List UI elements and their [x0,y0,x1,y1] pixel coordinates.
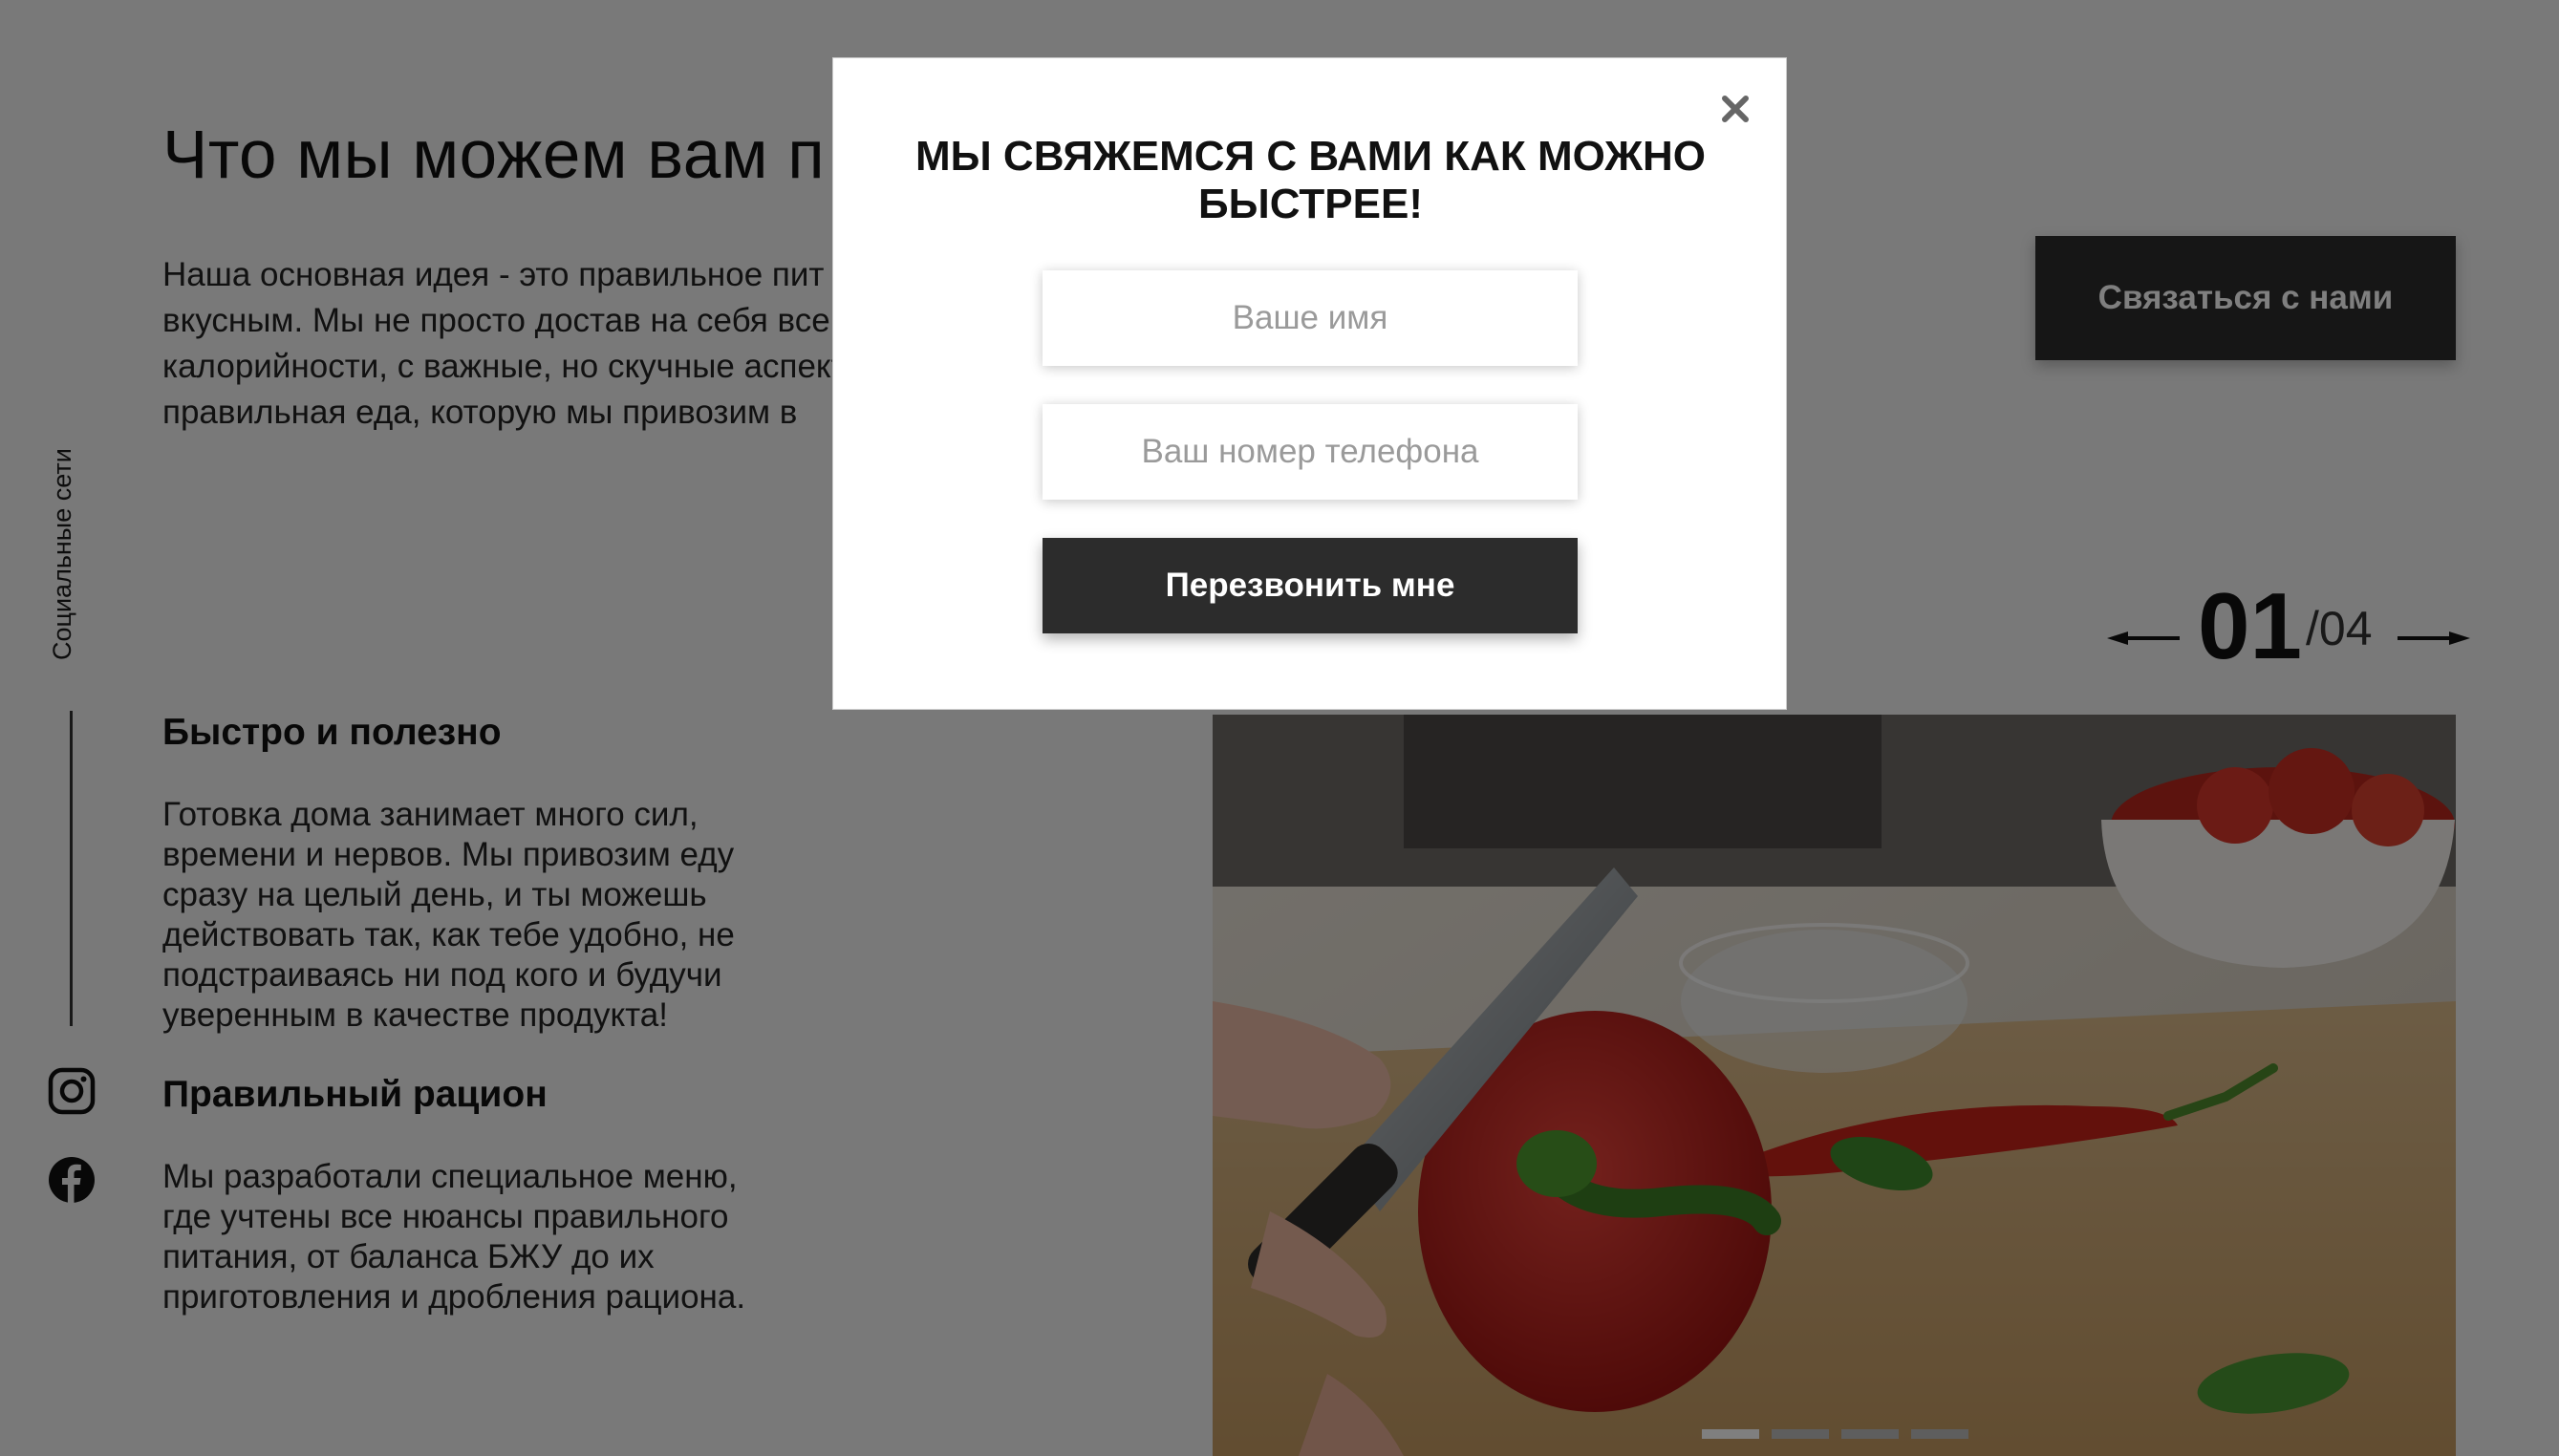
page: Социальные сети Что мы можем вам п Наша … [0,0,2559,1456]
callback-modal: МЫ СВЯЖЕМСЯ С ВАМИ КАК МОЖНО БЫСТРЕЕ! Пе… [832,57,1787,710]
name-input[interactable] [1043,270,1578,366]
callback-submit-button[interactable]: Перезвонить мне [1043,538,1578,633]
close-icon[interactable] [1713,87,1757,131]
phone-input[interactable] [1043,404,1578,500]
modal-title: МЫ СВЯЖЕМСЯ С ВАМИ КАК МОЖНО БЫСТРЕЕ! [914,133,1707,227]
